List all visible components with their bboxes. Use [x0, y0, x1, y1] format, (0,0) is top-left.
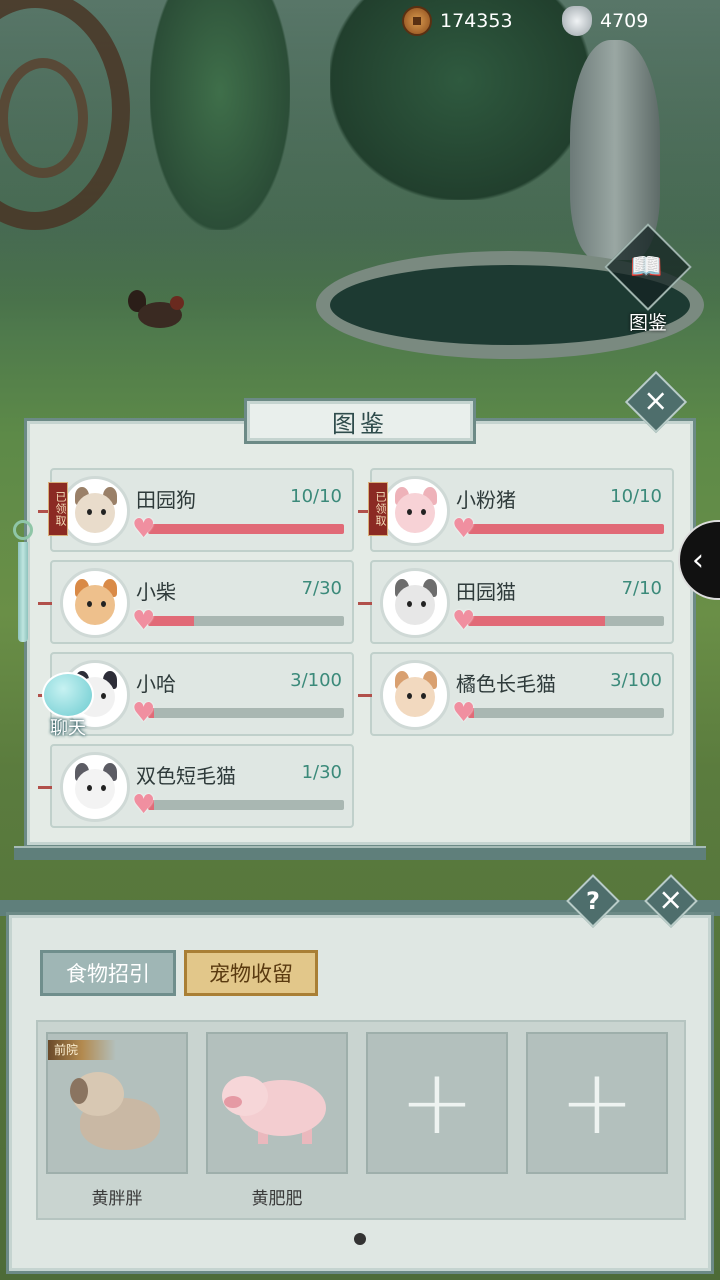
tab-food-attract[interactable]: 食物招引	[40, 950, 176, 996]
heart-icon: ♥	[132, 790, 156, 820]
pet-avatar	[60, 752, 130, 822]
affection-bar	[148, 708, 344, 718]
pet-card[interactable]: 双色短毛猫 1/30 ♥	[38, 744, 354, 828]
banana-tree	[150, 0, 290, 230]
chevron-left-icon: ‹	[692, 542, 704, 578]
affection-bar	[148, 800, 344, 810]
heart-icon: ♥	[452, 606, 476, 636]
card-connector	[358, 602, 372, 605]
card-connector	[358, 694, 372, 697]
pet-avatar	[60, 568, 130, 638]
heart-icon: ♥	[452, 514, 476, 544]
pet-avatar	[380, 568, 450, 638]
pet-name: 田园猫	[456, 580, 516, 604]
pet-progress-count: 7/10	[621, 578, 662, 599]
silver-ingot-icon	[562, 6, 592, 36]
heart-icon: ♥	[452, 698, 476, 728]
silver-amount: 4709	[600, 10, 649, 32]
pet-name-1: 黄胖胖	[91, 1189, 143, 1209]
piglet-image	[222, 1066, 332, 1146]
codex-side-label: 图鉴	[628, 312, 667, 334]
heart-icon: ♥	[132, 698, 156, 728]
pet-slot-empty-3[interactable]: +	[366, 1032, 508, 1174]
pet-name: 田园狗	[136, 488, 196, 512]
puppy-image	[70, 1068, 166, 1152]
heart-icon: ♥	[132, 606, 156, 636]
pet-progress-count: 10/10	[290, 486, 342, 507]
coin-amount: 174353	[440, 10, 513, 32]
pet-progress-count: 7/30	[301, 578, 342, 599]
pet-avatar	[60, 476, 130, 546]
jade-tassel	[12, 520, 34, 670]
affection-bar-fill	[148, 524, 344, 534]
question-icon: ?	[586, 886, 600, 915]
codex-panel-base	[14, 846, 706, 860]
pet-progress-count: 3/100	[610, 670, 662, 691]
pet-card[interactable]: 已领取 小粉猪 10/10 ♥	[358, 468, 674, 552]
pet-name: 橘色长毛猫	[456, 672, 556, 696]
page-indicator-dot	[354, 1233, 366, 1245]
add-icon: +	[399, 1050, 475, 1155]
affection-bar	[468, 708, 664, 718]
pet-card[interactable]: 田园猫 7/10 ♥	[358, 560, 674, 644]
affection-bar	[148, 616, 344, 626]
affection-bar-fill	[468, 616, 606, 626]
codex-title: 图鉴	[244, 398, 476, 444]
close-icon: ×	[643, 383, 669, 419]
heart-icon: ♥	[132, 514, 156, 544]
pet-avatar	[380, 476, 450, 546]
chat-label: 聊天	[50, 718, 86, 739]
copper-coin-icon	[402, 6, 432, 36]
pet-name: 小粉猪	[456, 488, 516, 512]
pet-card[interactable]: 小柴 7/30 ♥	[38, 560, 354, 644]
tab-pet-shelter[interactable]: 宠物收留	[184, 950, 318, 996]
claimed-badge: 已领取	[368, 482, 388, 536]
pet-slot-empty-4[interactable]: +	[526, 1032, 668, 1174]
codex-side-button[interactable]: 📖 图鉴	[604, 223, 692, 334]
pet-progress-count: 10/10	[610, 486, 662, 507]
pet-name: 小哈	[136, 672, 176, 696]
pet-avatar	[380, 660, 450, 730]
add-icon: +	[559, 1050, 635, 1155]
affection-bar	[148, 524, 344, 534]
pet-card[interactable]: 已领取 田园狗 10/10 ♥	[38, 468, 354, 552]
chat-spirit-icon	[42, 672, 94, 718]
chat-button[interactable]: 聊天	[36, 672, 100, 744]
pet-progress-count: 3/100	[290, 670, 342, 691]
card-connector	[38, 786, 52, 789]
pet-name: 小柴	[136, 580, 176, 604]
card-connector	[38, 602, 52, 605]
pet-progress-count: 1/30	[301, 762, 342, 783]
claimed-badge: 已领取	[48, 482, 68, 536]
pet-card[interactable]: 橘色长毛猫 3/100 ♥	[358, 652, 674, 736]
rooster[interactable]	[128, 290, 188, 340]
pet-name-2: 黄肥肥	[251, 1189, 303, 1209]
pet-name: 双色短毛猫	[136, 764, 236, 788]
close-icon: ×	[658, 882, 684, 918]
book-icon: 📖	[630, 252, 663, 282]
coin-counter: 174353	[402, 6, 513, 36]
affection-bar-fill	[468, 524, 664, 534]
location-tag: 前院	[48, 1040, 116, 1060]
affection-bar	[468, 524, 664, 534]
affection-bar	[468, 616, 664, 626]
silver-counter: 4709	[562, 6, 648, 36]
